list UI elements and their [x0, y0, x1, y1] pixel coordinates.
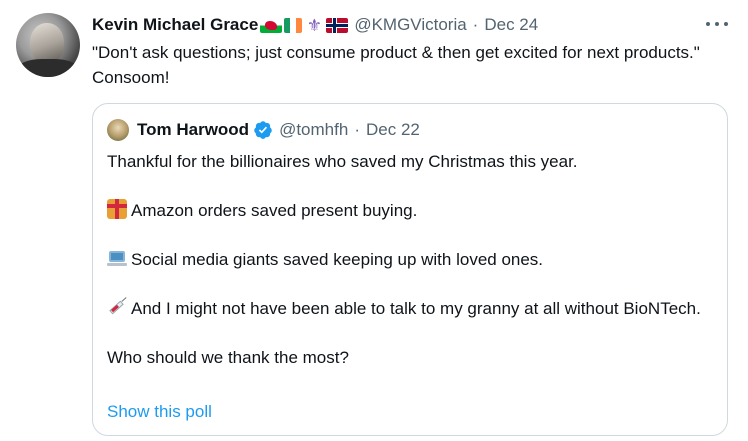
author-flags: ⚜	[260, 15, 349, 35]
syringe-icon	[107, 297, 127, 317]
wales-flag-icon	[260, 17, 283, 33]
avatar-shoulder	[16, 59, 80, 77]
author-display-name[interactable]: Kevin Michael Grace	[92, 15, 258, 35]
tweet-date[interactable]: Dec 24	[484, 15, 538, 35]
quoted-line-1: Thankful for the billionaires who saved …	[107, 152, 578, 171]
fleur-de-lis-icon: ⚜	[306, 15, 322, 35]
author-avatar[interactable]	[16, 13, 80, 77]
quoted-line-4-text: And I might not have been able to talk t…	[131, 299, 701, 318]
quoted-line-3: Social media giants saved keeping up wit…	[107, 247, 707, 272]
tweet[interactable]: Kevin Michael Grace ⚜ @KMGVictoria · Dec…	[0, 0, 748, 441]
quoted-line-4: And I might not have been able to talk t…	[107, 296, 707, 321]
tweet-header: Kevin Michael Grace ⚜ @KMGVictoria · Dec…	[92, 13, 538, 37]
show-poll-link[interactable]: Show this poll	[107, 402, 212, 422]
quoted-author-handle[interactable]: @tomhfh	[279, 120, 348, 140]
quoted-tweet-text: Thankful for the billionaires who saved …	[107, 149, 707, 370]
quoted-tweet-header: Tom Harwood @tomhfh · Dec 22	[107, 118, 420, 142]
quoted-header-separator: ·	[354, 120, 360, 139]
more-options-icon[interactable]	[706, 16, 728, 32]
avatar-face	[30, 23, 64, 63]
quoted-author-display-name[interactable]: Tom Harwood	[137, 120, 249, 140]
verified-badge-icon	[253, 120, 273, 140]
laptop-icon	[107, 248, 127, 268]
quoted-line-5: Who should we thank the most?	[107, 348, 349, 367]
ireland-flag-icon	[284, 17, 303, 33]
norway-flag-icon	[326, 17, 349, 33]
quoted-line-2-text: Amazon orders saved present buying.	[131, 201, 418, 220]
quoted-tweet-date[interactable]: Dec 22	[366, 120, 420, 140]
author-handle[interactable]: @KMGVictoria	[354, 15, 466, 35]
header-separator: ·	[472, 15, 479, 34]
quoted-line-2: Amazon orders saved present buying.	[107, 198, 707, 223]
quoted-tweet[interactable]: Tom Harwood @tomhfh · Dec 22 Thankful fo…	[92, 103, 728, 436]
quoted-line-3-text: Social media giants saved keeping up wit…	[131, 250, 544, 269]
tweet-text: "Don't ask questions; just consume produ…	[92, 43, 700, 87]
quoted-author-avatar[interactable]	[107, 119, 129, 141]
gift-icon	[107, 199, 127, 219]
